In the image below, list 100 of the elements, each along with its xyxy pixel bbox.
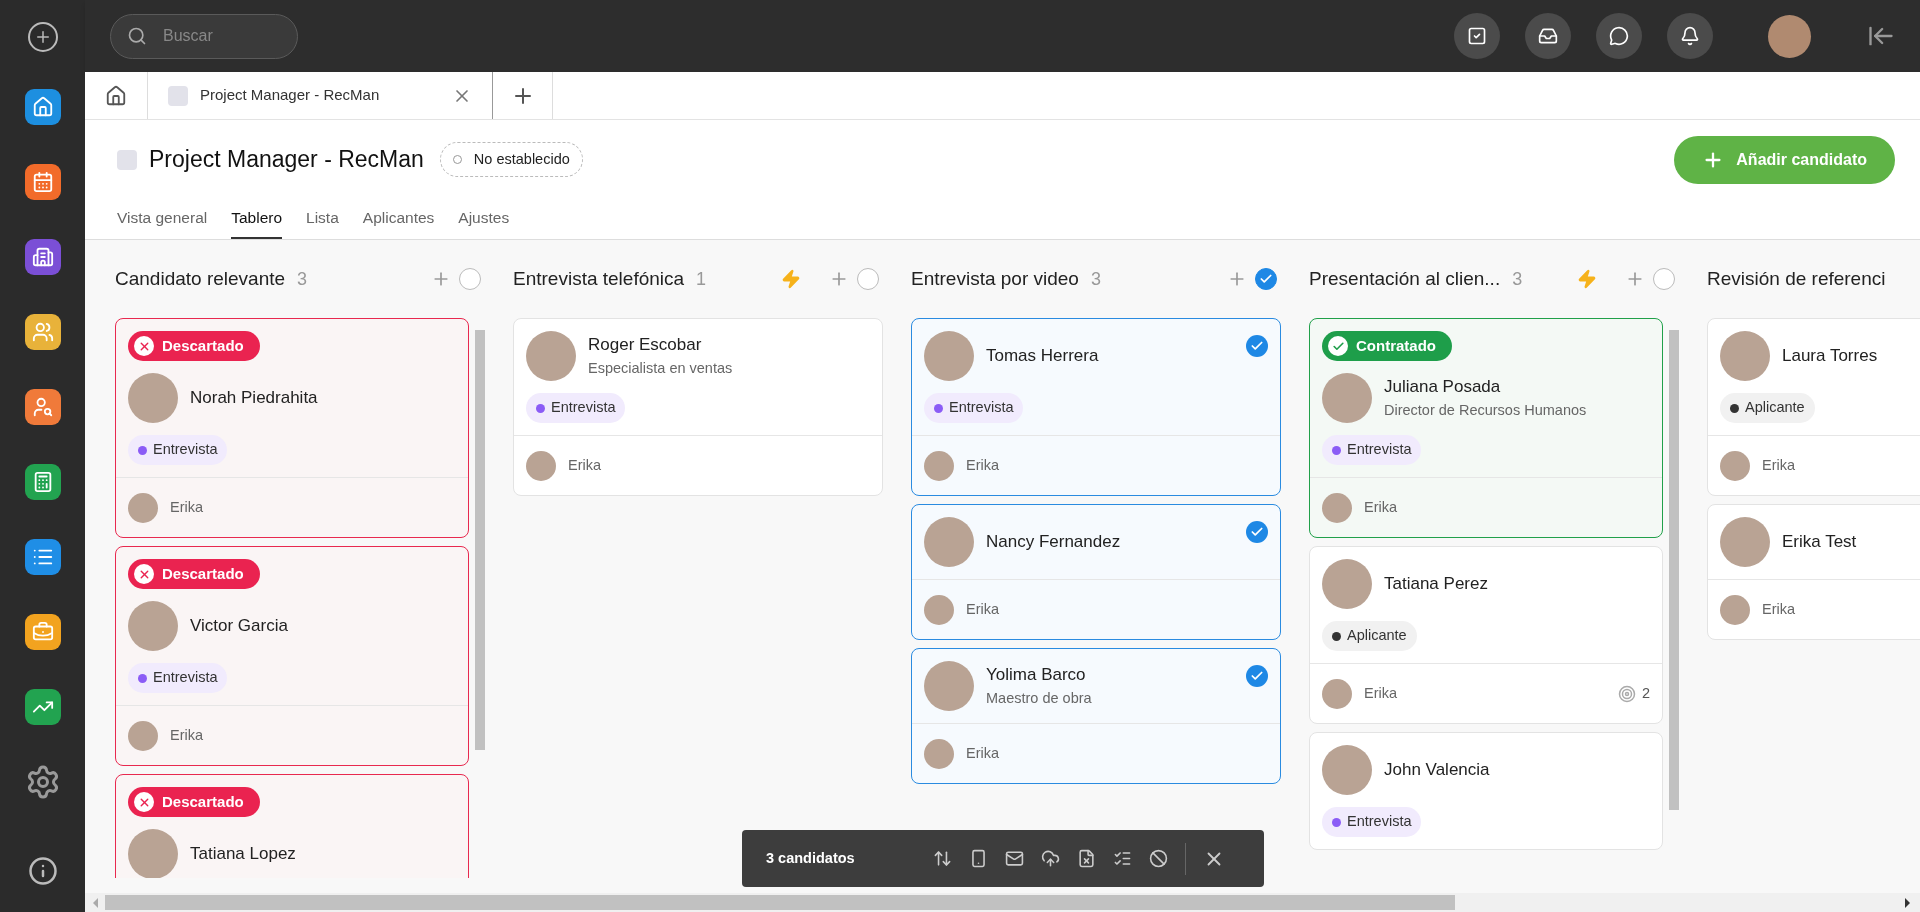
candidate-name: Nancy Fernandez	[986, 531, 1122, 554]
candidate-name: Yolima Barco	[986, 664, 1087, 687]
close-icon	[134, 792, 154, 812]
view-tab[interactable]: Ajustes	[458, 197, 510, 239]
stage-tag: Aplicante	[1720, 393, 1815, 423]
people-icon[interactable]	[24, 314, 61, 350]
candidate-name: Erika Test	[1782, 531, 1858, 554]
candidate-card[interactable]: Roger Escobar Especialista en ventas Entrevista Erika	[513, 318, 883, 496]
person-search-icon[interactable]	[24, 389, 61, 425]
candidate-role: Especialista en ventas	[588, 358, 734, 378]
scrollbar-thumb[interactable]	[1669, 330, 1679, 810]
column-title: Entrevista telefónica	[513, 266, 685, 291]
column-title: Candidato relevante	[115, 266, 286, 291]
building-icon[interactable]	[24, 239, 61, 275]
candidate-card[interactable]: Laura Torres Aplicante Erika	[1707, 318, 1920, 496]
candidate-card[interactable]: Yolima Barco Maestro de obra Erika	[911, 648, 1281, 784]
search-field[interactable]: Buscar	[110, 13, 298, 59]
phone-icon[interactable]	[969, 849, 988, 868]
candidate-name: John Valencia	[1384, 759, 1491, 782]
candidate-name: Laura Torres	[1782, 345, 1879, 368]
owner-name: Erika	[966, 743, 1001, 763]
candidate-card[interactable]: John Valencia Entrevista	[1309, 732, 1663, 850]
tasks-icon[interactable]	[1454, 13, 1500, 59]
column-count: 3	[1090, 267, 1101, 291]
scrollbar-thumb[interactable]	[105, 895, 1455, 910]
page-title: Project Manager - RecMan	[149, 145, 424, 175]
cloud-upload-icon[interactable]	[1041, 849, 1060, 868]
select-all-checkbox[interactable]	[857, 268, 879, 290]
stage-tag: Entrevista	[128, 663, 228, 693]
owner-name: Erika	[1364, 497, 1399, 517]
candidate-card[interactable]: Tomas Herrera Entrevista Erika	[911, 318, 1281, 496]
candidate-card[interactable]: Nancy Fernandez Erika	[911, 504, 1281, 640]
candidate-role: Maestro de obra	[986, 688, 1093, 708]
candidate-card[interactable]: Tatiana Perez Aplicante Erika 2	[1309, 546, 1663, 724]
column-count: 3	[1512, 267, 1523, 291]
avatar	[924, 738, 954, 769]
spreadsheet-icon[interactable]	[1077, 849, 1096, 868]
column-count: 3	[297, 267, 308, 291]
view-tab[interactable]: Tablero	[231, 197, 283, 239]
briefcase-clock-icon[interactable]	[24, 614, 61, 650]
check-icon[interactable]	[1246, 521, 1268, 543]
candidate-name: Victor Garcia	[190, 615, 289, 638]
add-icon[interactable]	[27, 22, 58, 52]
avatar	[1322, 373, 1372, 423]
owner-name: Erika	[170, 725, 205, 745]
candidate-card[interactable]: Contratado Juliana Posada Director de Recursos Humanos Entrevista Erika	[1309, 318, 1663, 538]
avatar	[128, 720, 158, 751]
owner-name: Erika	[1762, 455, 1797, 475]
select-all-checkbox[interactable]	[1653, 268, 1675, 290]
inbox-icon[interactable]	[1525, 13, 1571, 59]
avatar	[1322, 492, 1352, 523]
chat-icon[interactable]	[1596, 13, 1642, 59]
avatar	[1322, 745, 1372, 795]
candidate-name: Juliana Posada	[1384, 376, 1502, 399]
checklist-icon[interactable]	[1113, 849, 1132, 868]
candidate-card[interactable]: Descartado Tatiana Lopez	[115, 774, 469, 878]
home-icon[interactable]	[24, 89, 61, 125]
calendar-icon[interactable]	[24, 164, 61, 200]
avatar	[526, 450, 556, 481]
avatar	[128, 829, 178, 878]
select-all-checkbox[interactable]	[1255, 268, 1277, 290]
score-count: 2	[1641, 683, 1650, 703]
calculator-icon[interactable]	[24, 464, 61, 500]
mail-icon[interactable]	[1005, 849, 1024, 868]
candidate-name: Tatiana Lopez	[190, 843, 297, 866]
notifications-icon[interactable]	[1667, 13, 1713, 59]
candidate-card[interactable]: Descartado Norah Piedrahita Entrevista Erika	[115, 318, 469, 538]
check-icon[interactable]	[1246, 335, 1268, 357]
avatar	[924, 594, 954, 625]
avatar	[1720, 331, 1770, 381]
scrollbar-thumb[interactable]	[475, 330, 485, 750]
column-title: Revisión de referenci	[1707, 266, 1886, 291]
scroll-right-icon[interactable]	[1905, 897, 1910, 908]
block-icon[interactable]	[1149, 849, 1168, 868]
chart-icon[interactable]	[24, 689, 61, 725]
check-icon	[1259, 272, 1273, 286]
user-avatar[interactable]	[1768, 14, 1811, 58]
search-icon	[127, 25, 147, 46]
view-tab[interactable]: Vista general	[117, 197, 208, 239]
check-icon[interactable]	[1246, 665, 1268, 687]
owner-name: Erika	[1762, 599, 1797, 619]
selection-count: 3 candidatos	[766, 848, 856, 868]
stage-tag: Entrevista	[924, 393, 1024, 423]
info-icon[interactable]	[27, 856, 58, 886]
checkbox-icon[interactable]	[117, 149, 137, 170]
select-all-checkbox[interactable]	[459, 268, 481, 290]
status-badge: Descartado	[128, 559, 260, 589]
check-icon	[1328, 336, 1348, 356]
candidate-name: Roger Escobar	[588, 334, 703, 357]
view-tab[interactable]: Aplicantes	[362, 197, 435, 239]
avatar	[1720, 450, 1750, 481]
owner-name: Erika	[1364, 683, 1399, 703]
owner-name: Erika	[170, 497, 205, 517]
sort-icon[interactable]	[933, 849, 952, 868]
avatar	[1720, 594, 1750, 625]
candidate-card[interactable]: Descartado Victor Garcia Entrevista Erika	[115, 546, 469, 766]
candidate-card[interactable]: Erika Test Erika	[1707, 504, 1920, 640]
status-badge: Descartado	[128, 331, 260, 361]
list-icon[interactable]	[24, 539, 61, 575]
view-tab[interactable]: Lista	[306, 197, 339, 239]
